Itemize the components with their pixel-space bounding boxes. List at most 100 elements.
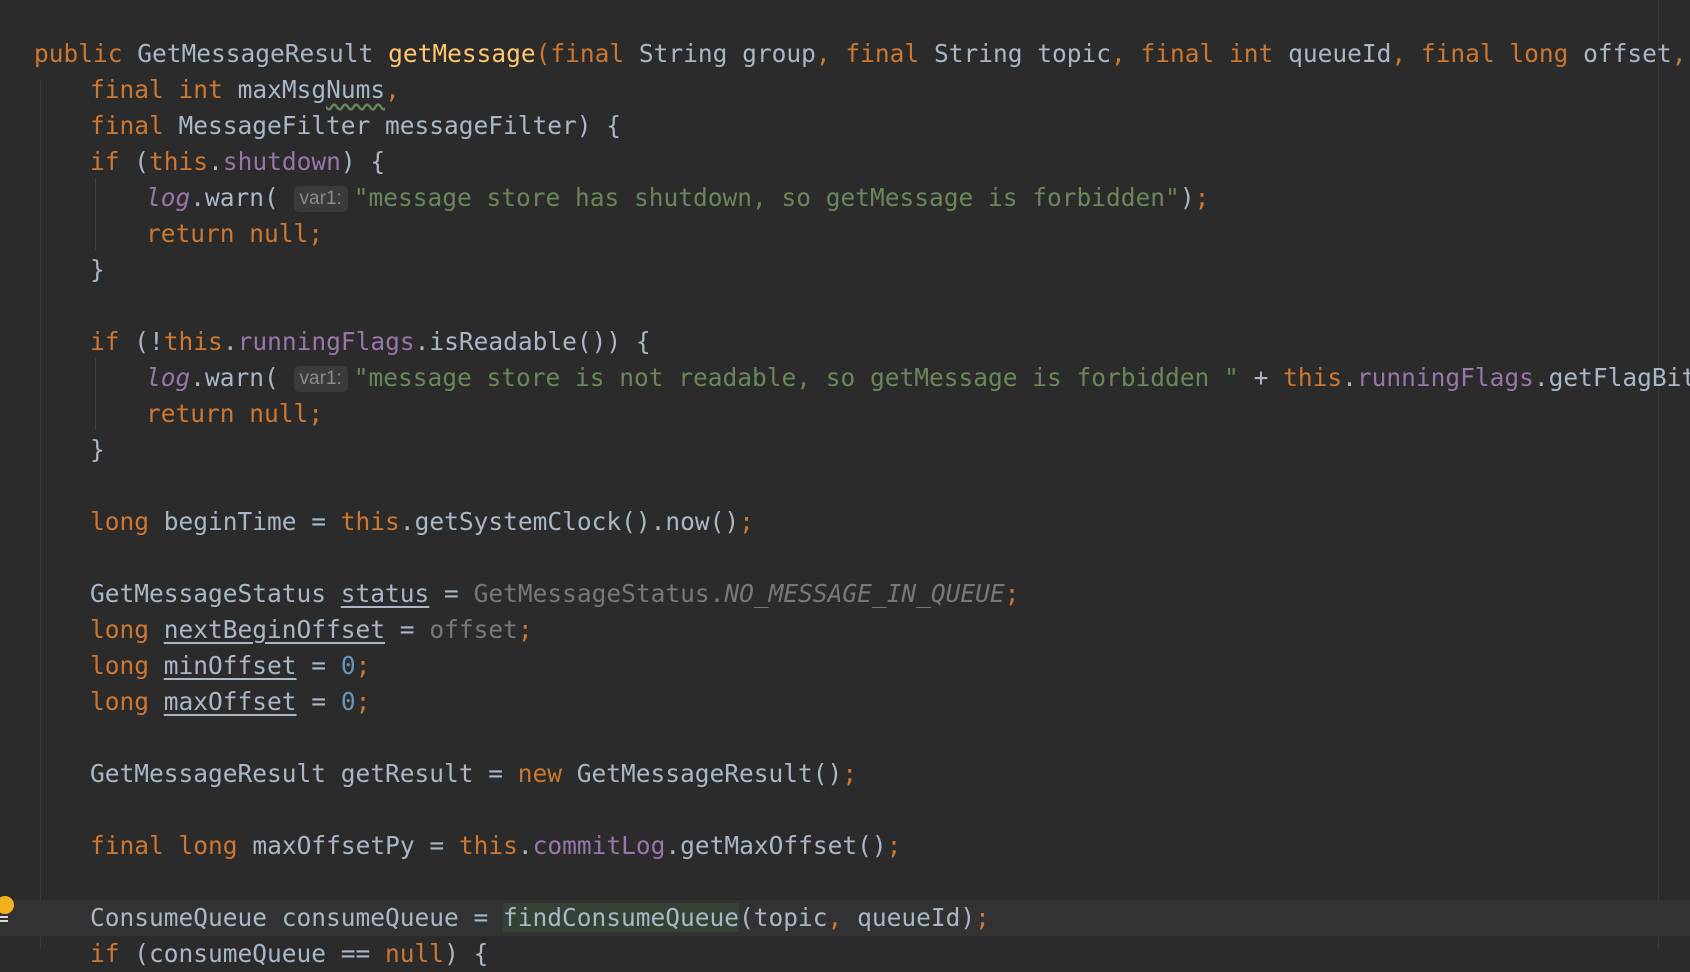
reassigned-variable[interactable]: minOffset — [164, 651, 297, 680]
parameter-hint: var1: — [293, 366, 348, 392]
dot: . — [1342, 363, 1357, 392]
comma: , — [827, 903, 843, 932]
brace: } — [90, 435, 105, 464]
operator: = — [296, 651, 341, 680]
comma: , — [1391, 39, 1407, 68]
keyword: final — [90, 75, 164, 104]
semicolon: ; — [308, 219, 324, 248]
semicolon: ; — [517, 615, 533, 644]
method-name[interactable]: getMessage — [388, 39, 536, 68]
code-line-20[interactable]: if (consumeQueue == null) { — [0, 936, 1690, 972]
brace: } — [90, 255, 105, 284]
string-literal: "message store is not readable, so getMe… — [353, 363, 1239, 392]
statement: maxOffsetPy = — [252, 831, 459, 860]
semicolon: ; — [308, 399, 324, 428]
param: String group — [638, 39, 816, 68]
keyword: int — [1229, 39, 1274, 68]
keyword: long — [90, 687, 150, 716]
operator: + — [1238, 363, 1284, 392]
param: String topic — [933, 39, 1111, 68]
comma: , — [1671, 39, 1687, 68]
class-ref: GetMessageStatus. — [473, 579, 725, 608]
code-line-12[interactable]: long beginTime = this.getSystemClock().n… — [0, 504, 1690, 540]
lightbulb-icon[interactable] — [0, 896, 16, 922]
semicolon: ; — [886, 831, 902, 860]
code-line-5[interactable]: log.warn( var1: "message store has shutdo… — [0, 180, 1690, 216]
statement: beginTime = — [163, 507, 341, 536]
keyword: long — [1509, 39, 1569, 68]
semicolon: ; — [975, 903, 990, 932]
keyword: this — [458, 831, 518, 860]
reassigned-variable[interactable]: maxOffset — [164, 687, 297, 716]
semicolon: ; — [1194, 183, 1210, 212]
code-line-17[interactable]: GetMessageResult getResult = new GetMess… — [0, 756, 1690, 792]
keyword: final — [90, 111, 164, 140]
keyword: final — [1140, 39, 1215, 68]
field[interactable]: runningFlags — [1357, 363, 1534, 392]
code-line-8[interactable]: if (!this.runningFlags.isReadable()) { — [0, 324, 1690, 360]
code-line-7[interactable]: } — [0, 252, 1690, 288]
method-call: .warn( — [190, 183, 279, 212]
dot: . — [208, 147, 223, 176]
reassigned-variable[interactable]: status — [341, 579, 430, 608]
param: maxMsg — [237, 75, 327, 104]
method-call: .getSystemClock().now() — [399, 507, 740, 536]
code-line-4[interactable]: if (this.shutdown) { — [0, 144, 1690, 180]
code-line-6[interactable]: return null; — [0, 216, 1690, 252]
keyword: this — [1283, 363, 1343, 392]
operator: = — [429, 579, 474, 608]
keyword: final — [1420, 39, 1495, 68]
code-line-1[interactable]: public GetMessageResult getMessage( final… — [0, 36, 1690, 72]
reassigned-variable[interactable]: nextBeginOffset — [164, 615, 385, 644]
keyword: final — [845, 39, 920, 68]
code-line-15[interactable]: long minOffset = 0; — [0, 648, 1690, 684]
keyword: if — [90, 327, 120, 356]
paren: ) { — [444, 939, 489, 968]
semicolon: ; — [355, 651, 371, 680]
comma: , — [815, 39, 831, 68]
keyword: final — [90, 831, 164, 860]
field[interactable]: shutdown — [223, 147, 341, 176]
code-line-13[interactable]: GetMessageStatus status = GetMessageStat… — [0, 576, 1690, 612]
keyword: this — [340, 507, 400, 536]
code-line-14[interactable]: long nextBeginOffset = offset; — [0, 612, 1690, 648]
static-field[interactable]: log — [146, 363, 190, 392]
param: MessageFilter messageFilter) { — [178, 111, 622, 140]
keyword: public — [34, 39, 123, 68]
typo-warning[interactable]: Nums — [326, 75, 385, 104]
keyword: long — [90, 651, 150, 680]
static-field[interactable]: log — [146, 183, 190, 212]
redundant-initializer: offset — [429, 615, 518, 644]
code-line-3[interactable]: final MessageFilter messageFilter) { — [0, 108, 1690, 144]
statement: (consumeQueue == — [134, 939, 386, 968]
args: queueId) — [857, 903, 976, 932]
highlighted-method-call[interactable]: findConsumeQueue — [503, 903, 740, 932]
return-type: GetMessageResult — [137, 39, 374, 68]
paren: ( — [535, 39, 551, 68]
string-literal: "message store has shutdown, so getMessa… — [353, 183, 1180, 212]
keyword: long — [90, 507, 150, 536]
code-line-19-current[interactable]: ConsumeQueue consumeQueue = findConsumeQ… — [0, 900, 1690, 936]
code-line-16[interactable]: long maxOffset = 0; — [0, 684, 1690, 720]
field[interactable]: commitLog — [533, 831, 666, 860]
code-line-10[interactable]: return null; — [0, 396, 1690, 432]
code-line-11[interactable]: } — [0, 432, 1690, 468]
constructor-call: GetMessageResult() — [576, 759, 843, 788]
paren: ( — [134, 147, 150, 176]
code-line-2[interactable]: final int maxMsgNums, — [0, 72, 1690, 108]
keyword: return null — [146, 219, 309, 248]
code-line-18[interactable]: final long maxOffsetPy = this.commitLog.… — [0, 828, 1690, 864]
param: offset — [1583, 39, 1672, 68]
field[interactable]: runningFlags — [238, 327, 415, 356]
param: queueId — [1288, 39, 1392, 68]
keyword: long — [90, 615, 150, 644]
paren: ) { — [340, 147, 386, 176]
dot: . — [222, 327, 238, 356]
keyword: this — [149, 147, 209, 176]
code-editor[interactable]: public GetMessageResult getMessage(final… — [0, 0, 1690, 968]
operator: = — [296, 687, 341, 716]
keyword: long — [178, 831, 238, 860]
static-constant[interactable]: NO_MESSAGE_IN_QUEUE — [724, 579, 1004, 608]
code-line-9[interactable]: log.warn( var1: "message store is not rea… — [0, 360, 1690, 396]
statement: GetMessageResult getResult = — [90, 759, 518, 788]
